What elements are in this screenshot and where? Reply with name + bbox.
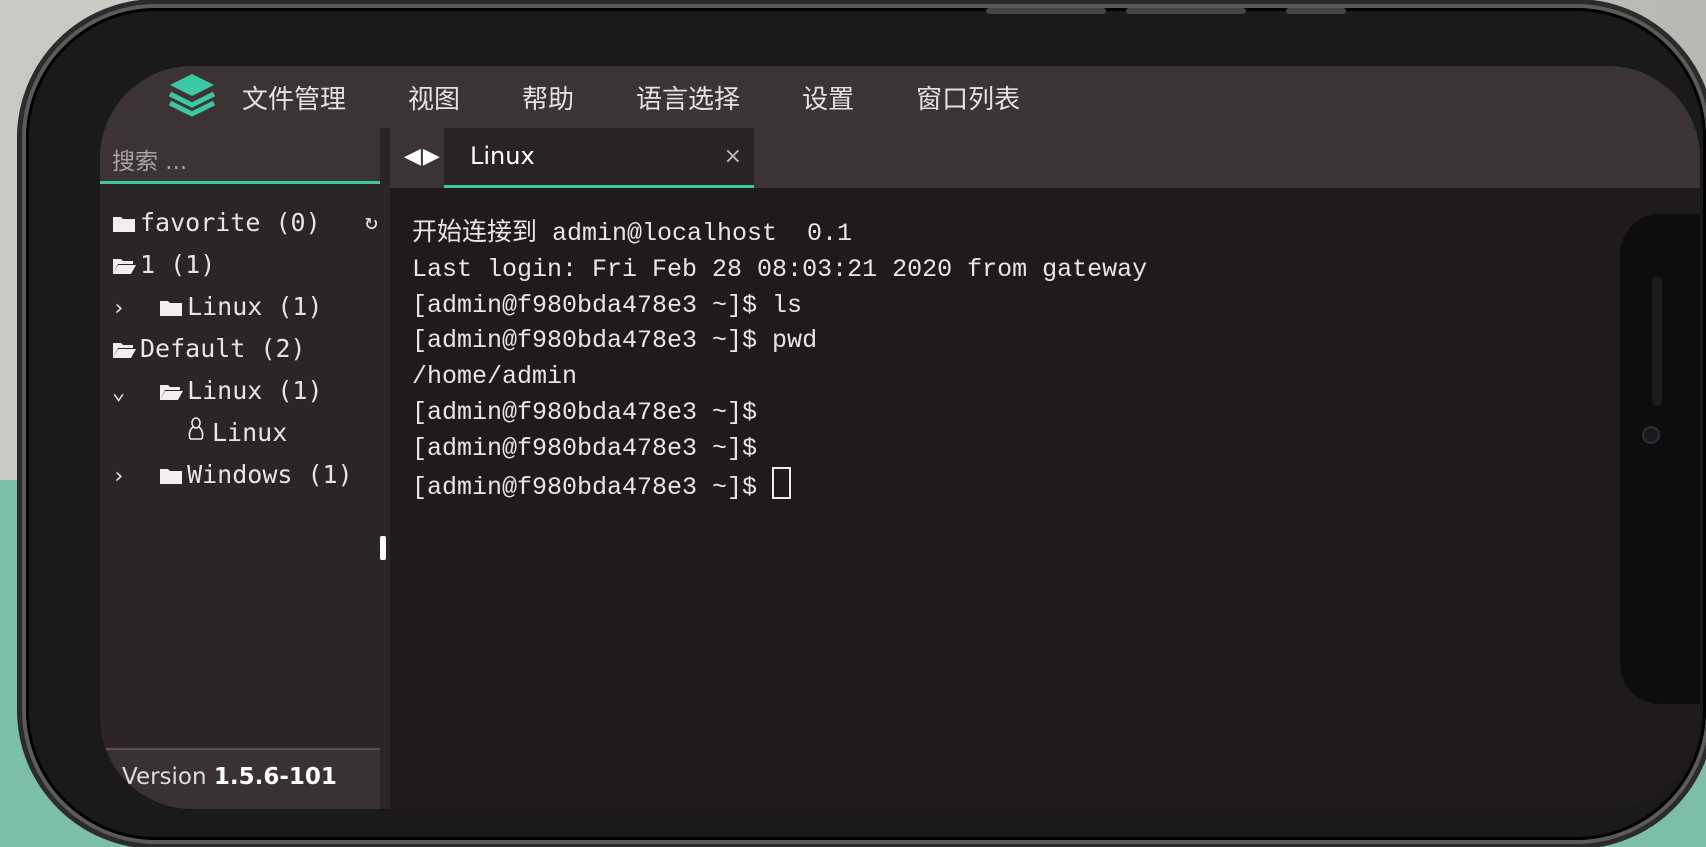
terminal-line: [admin@f980bda478e3 ~]$ ls: [412, 290, 803, 320]
tree-item-default-linux[interactable]: ⌄ Linux (1): [112, 370, 382, 412]
menu-view[interactable]: 视图: [408, 79, 460, 116]
terminal-pane[interactable]: 开始连接到 admin@localhost 0.1 Last login: Fri…: [390, 188, 1700, 809]
tree-item-label: Default (2): [140, 334, 306, 363]
tree-item-group-1-linux[interactable]: › Linux (1): [112, 286, 382, 328]
tab-scroll-arrows[interactable]: ◀▶: [404, 144, 442, 169]
terminal-line: [admin@f980bda478e3 ~]$: [412, 472, 773, 502]
terminal-cursor: [772, 466, 792, 499]
chevron-right-icon[interactable]: ›: [112, 288, 134, 330]
tree-item-label: Linux: [212, 418, 288, 447]
version-number: 1.5.6-101: [213, 764, 337, 790]
terminal-output: 开始连接到 admin@localhost 0.1 Last login: Fri…: [412, 216, 1147, 505]
folder-icon: [160, 469, 183, 484]
folder-icon: [113, 217, 135, 232]
menu-language[interactable]: 语言选择: [636, 79, 740, 116]
tree-item-group-1[interactable]: 1 (1): [112, 244, 382, 286]
camera-icon: [1642, 426, 1660, 444]
chevron-down-icon[interactable]: ⌄: [112, 372, 134, 414]
version-footer: Version 1.5.6-101: [100, 748, 380, 809]
phone-button: [986, 8, 1106, 14]
terminal-line: 开始连接到 admin@localhost 0.1: [412, 219, 853, 248]
tree-item-label: Linux (1): [187, 376, 323, 405]
tree-item-label: Linux (1): [187, 292, 323, 321]
menu-settings[interactable]: 设置: [802, 79, 854, 116]
refresh-icon[interactable]: ↻: [365, 202, 378, 244]
menu-window-list[interactable]: 窗口列表: [916, 79, 1020, 116]
tree-item-linux-host[interactable]: Linux: [112, 412, 382, 454]
linux-icon: [186, 412, 206, 454]
search-input[interactable]: 搜索 ...: [100, 128, 380, 184]
sidebar: 搜索 ... favorite (0) ↻ 1 (1) › Linux (1) …: [100, 128, 390, 809]
version-prefix: Version: [122, 764, 207, 790]
folder-open-icon: [160, 385, 184, 400]
tree-item-windows[interactable]: › Windows (1): [112, 454, 382, 496]
tree-item-default[interactable]: Default (2): [112, 328, 382, 370]
terminal-line: Last login: Fri Feb 28 08:03:21 2020 fro…: [412, 254, 1148, 284]
caret-right-icon[interactable]: ▶: [423, 144, 442, 169]
tab-label: Linux: [470, 142, 535, 170]
menu-file-manager[interactable]: 文件管理: [242, 79, 346, 116]
terminal-line: [admin@f980bda478e3 ~]$: [412, 397, 758, 427]
menu-bar: 文件管理 视图 帮助 语言选择 设置 窗口列表: [100, 66, 1700, 128]
folder-open-icon: [113, 259, 136, 274]
terminal-line: /home/admin: [412, 362, 578, 392]
tab-linux[interactable]: Linux ×: [444, 128, 754, 188]
folder-icon: [160, 301, 183, 316]
tree-item-label: favorite (0): [140, 208, 321, 237]
sidebar-scrollbar[interactable]: [380, 536, 386, 560]
phone-button: [1126, 8, 1246, 14]
close-icon[interactable]: ×: [724, 144, 742, 169]
terminal-line: [admin@f980bda478e3 ~]$: [412, 433, 758, 463]
speaker-grille: [1652, 276, 1662, 406]
caret-left-icon[interactable]: ◀: [404, 144, 423, 169]
tree-item-favorite[interactable]: favorite (0) ↻: [112, 202, 382, 244]
tree-item-label: 1 (1): [140, 250, 216, 279]
phone-frame: 文件管理 视图 帮助 语言选择 设置 窗口列表 搜索 ... favorite …: [26, 8, 1706, 840]
terminal-prompt-line: [admin@f980bda478e3 ~]$: [412, 466, 1147, 506]
tab-strip: ◀▶ Linux ×: [390, 128, 1700, 188]
app-screen: 文件管理 视图 帮助 语言选择 设置 窗口列表 搜索 ... favorite …: [100, 66, 1700, 809]
folder-open-icon: [113, 343, 136, 358]
chevron-right-icon[interactable]: ›: [112, 456, 134, 498]
phone-button: [1286, 8, 1346, 14]
app-logo-icon: [162, 72, 222, 122]
menu-help[interactable]: 帮助: [522, 79, 574, 116]
terminal-line: [admin@f980bda478e3 ~]$ pwd: [412, 326, 818, 356]
tree-item-label: Windows (1): [187, 460, 353, 489]
session-tree: favorite (0) ↻ 1 (1) › Linux (1) Default…: [112, 202, 382, 496]
